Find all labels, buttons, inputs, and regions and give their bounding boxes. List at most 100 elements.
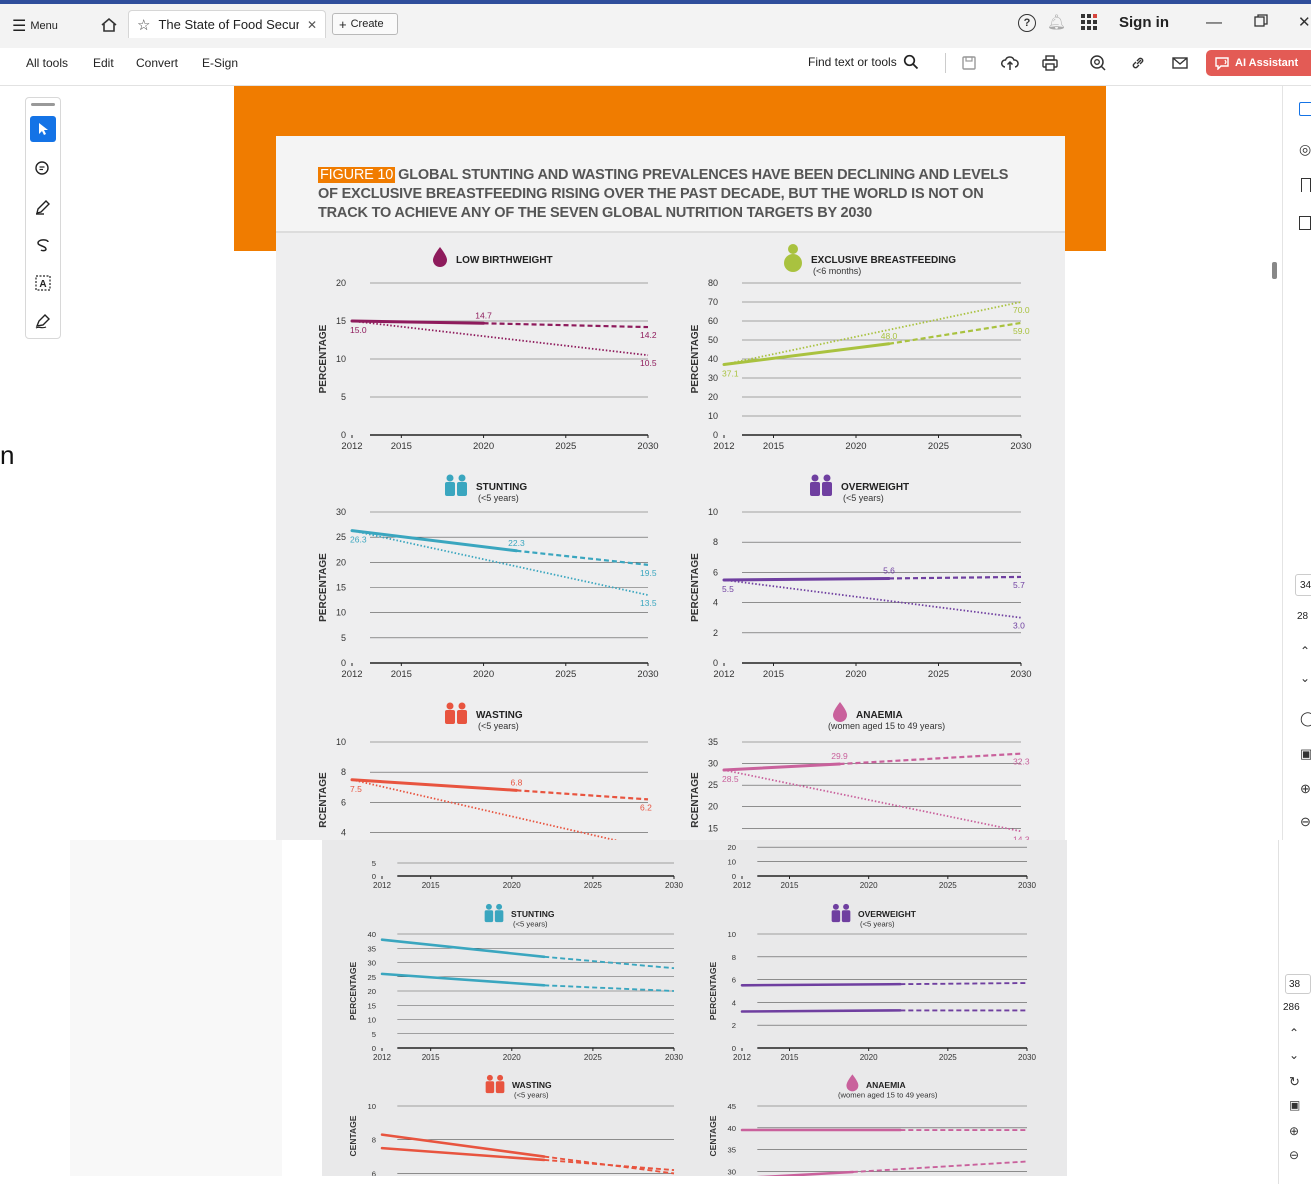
secondary-zoom-out-icon[interactable]: ⊖	[1289, 1148, 1299, 1162]
select-tool[interactable]	[30, 116, 56, 142]
search-icon	[903, 54, 918, 70]
zoom-in-icon[interactable]: ⊕	[1300, 781, 1311, 797]
secondary-zoom-in-icon[interactable]: ⊕	[1289, 1124, 1299, 1138]
chart-title: ANAEMIA	[856, 710, 903, 721]
chart-icon-kid-body	[494, 910, 504, 923]
chart-icon-kid-body	[841, 910, 851, 923]
y-tick-label: 8	[372, 1136, 376, 1145]
data-label: 7.5	[350, 784, 362, 794]
series-line-dashed	[483, 322, 649, 329]
menu-edit[interactable]: Edit	[93, 56, 114, 70]
series-line-dotted	[723, 579, 1022, 619]
page-tools-icon[interactable]: ▣	[1300, 746, 1311, 762]
secondary-chevron-down-icon[interactable]: ⌄	[1289, 1048, 1299, 1062]
menu-all-tools[interactable]: All tools	[26, 56, 68, 70]
find-text-tools[interactable]: Find text or tools	[808, 54, 919, 70]
chart-title: EXCLUSIVE BREASTFEEDING	[811, 255, 956, 266]
zoom-out-icon[interactable]: ⊖	[1300, 814, 1311, 830]
text-tool[interactable]: A	[30, 270, 56, 296]
chart-icon-kid-body	[457, 482, 467, 496]
x-tick-label: 2025	[584, 881, 602, 890]
y-tick-label: 5	[372, 859, 376, 868]
x-tick-label: 2030	[665, 881, 683, 890]
x-tick-label: 2020	[845, 669, 866, 680]
help-icon[interactable]: ?	[1018, 14, 1036, 32]
secondary-page-tools-icon[interactable]: ▣	[1289, 1098, 1300, 1112]
link-icon[interactable]	[1128, 53, 1148, 73]
menu-e-sign[interactable]: E-Sign	[202, 56, 238, 70]
y-tick-label: 15	[368, 1001, 377, 1010]
chevron-up-icon[interactable]: ⌃	[1300, 644, 1310, 658]
upload-cloud-icon[interactable]	[1000, 53, 1020, 73]
y-tick-label: 0	[732, 872, 736, 881]
comments-icon[interactable]: ◎	[1299, 141, 1311, 158]
star-icon[interactable]: ☆	[137, 16, 150, 34]
series-line-solid	[722, 762, 841, 772]
menu-button[interactable]: ☰ Menu	[12, 16, 58, 36]
x-tick-label: 2025	[928, 669, 949, 680]
close-tab-icon[interactable]: ✕	[307, 18, 317, 32]
save-icon[interactable]	[959, 53, 979, 73]
bookmark-icon[interactable]	[1301, 178, 1311, 192]
menu-convert[interactable]: Convert	[136, 56, 178, 70]
series-line-dotted	[723, 301, 1022, 366]
series-line-dotted	[351, 529, 649, 596]
close-window-icon[interactable]: ✕	[1298, 13, 1311, 31]
chart-panel-2: 0510152025302012 2015 2020 2025 203026.3 22.3…	[318, 474, 659, 680]
data-label: 59.0	[1013, 326, 1030, 336]
chart-icon-kid-body	[810, 482, 820, 496]
draw-tool[interactable]	[30, 232, 56, 258]
series-line-dashed	[544, 1159, 675, 1171]
sign-tool[interactable]	[30, 308, 56, 334]
y-tick-label: 30	[368, 959, 377, 968]
panel-grip[interactable]	[31, 103, 55, 106]
data-label: 28.5	[722, 774, 739, 784]
document-tab[interactable]: ☆ The State of Food Secur... ✕	[128, 10, 326, 38]
chart-icon-kid-head	[843, 903, 850, 910]
rotate-icon[interactable]: ◯	[1300, 710, 1311, 727]
create-button[interactable]: + Create	[332, 13, 398, 35]
chart-subtitle: (<5 years)	[478, 493, 519, 503]
chart-icon-kid-head	[446, 702, 454, 710]
pages-icon[interactable]	[1299, 216, 1311, 230]
chart-icon-kid-head	[811, 474, 819, 482]
email-icon[interactable]	[1170, 53, 1190, 73]
export-pdf-icon[interactable]	[1299, 102, 1311, 116]
chart-title: OVERWEIGHT	[841, 482, 909, 493]
minimize-icon[interactable]: —	[1206, 14, 1222, 32]
data-label: 26.3	[350, 535, 367, 545]
toolbar: All tools Edit Convert E-Sign	[0, 48, 1311, 86]
y-axis-label: PERCENTAGE	[318, 324, 329, 393]
chart-icon-kid-body	[445, 482, 455, 496]
home-button[interactable]	[98, 14, 120, 36]
y-tick-label: 30	[708, 373, 718, 383]
scrollbar-thumb[interactable]	[1272, 262, 1277, 279]
ai-assistant-button[interactable]: AI Assistant	[1206, 50, 1311, 76]
comment-tool[interactable]	[30, 156, 56, 182]
highlight-tool[interactable]	[30, 194, 56, 220]
sign-in-button[interactable]: Sign in	[1119, 14, 1169, 31]
search-document-icon[interactable]	[1088, 53, 1108, 73]
y-tick-label: 25	[708, 780, 718, 790]
data-label: 13.5	[640, 598, 657, 608]
y-tick-label: 0	[372, 872, 376, 881]
bell-icon[interactable]: 🔔︎	[1047, 13, 1066, 31]
restore-icon[interactable]	[1254, 14, 1268, 28]
secondary-rotate-icon[interactable]: ↻	[1289, 1074, 1300, 1090]
y-tick-label: 0	[713, 430, 718, 440]
chart-title: LOW BIRTHWEIGHT	[456, 255, 553, 266]
y-axis-label: PERCENTAGE	[348, 961, 358, 1020]
chevron-down-icon[interactable]: ⌄	[1300, 671, 1310, 685]
chart-panel-4: 468107.56.86.23.0RCENTAGEWASTING(<5 year…	[318, 702, 652, 840]
comment-icon	[35, 161, 49, 175]
chart-icon-kid-head	[823, 474, 831, 482]
chart-subtitle: (<5 years)	[513, 919, 548, 928]
y-axis-label: PERCENTAGE	[708, 961, 718, 1020]
secondary-page-input[interactable]: 38	[1285, 974, 1311, 994]
page-number-input[interactable]: 34	[1295, 574, 1311, 596]
chart-icon-kid-body	[822, 482, 832, 496]
print-icon[interactable]	[1040, 53, 1060, 73]
data-label: 37.1	[722, 369, 739, 379]
secondary-chevron-up-icon[interactable]: ⌃	[1289, 1026, 1299, 1040]
apps-grid-icon[interactable]	[1080, 13, 1098, 31]
